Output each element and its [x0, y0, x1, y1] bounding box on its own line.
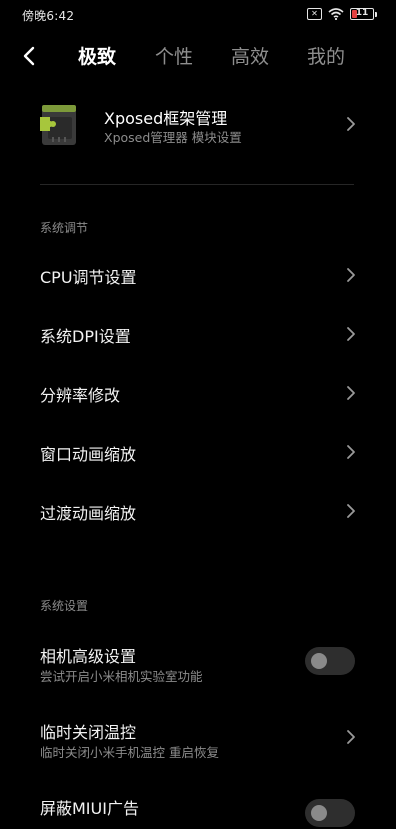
chevron-right-icon — [347, 730, 355, 744]
item-subtitle: 尝试开启小米相机实验室功能 — [40, 669, 203, 684]
status-time: 傍晚6:42 — [22, 9, 75, 23]
block-miui-ads-item[interactable]: 屏蔽MIUI广告 — [0, 785, 396, 829]
wifi-icon — [328, 8, 344, 20]
sim-off-icon: ✕ — [307, 8, 322, 20]
xposed-subtitle: Xposed管理器 模块设置 — [104, 130, 242, 145]
item-label: 相机高级设置 — [40, 647, 137, 666]
tab-gexing[interactable]: 个性 — [155, 42, 193, 69]
tab-wode[interactable]: 我的 — [307, 42, 345, 69]
top-navigation: 极致 个性 高效 我的 — [0, 36, 396, 76]
window-animation-item[interactable]: 窗口动画缩放 — [0, 427, 396, 477]
chevron-right-icon — [347, 504, 355, 518]
section-divider — [40, 184, 354, 185]
disable-thermal-item[interactable]: 临时关闭温控 临时关闭小米手机温控 重启恢复 — [0, 708, 396, 768]
tab-jizhi[interactable]: 极致 — [78, 42, 116, 69]
section-title-tuning: 系统调节 — [40, 221, 89, 235]
toggle-knob — [311, 805, 327, 821]
camera-advanced-item[interactable]: 相机高级设置 尝试开启小米相机实验室功能 — [0, 632, 396, 692]
chevron-right-icon — [347, 445, 355, 459]
item-label: 窗口动画缩放 — [40, 445, 137, 464]
xposed-puzzle-icon — [40, 105, 76, 145]
section-title-settings: 系统设置 — [40, 599, 89, 613]
resolution-item[interactable]: 分辨率修改 — [0, 368, 396, 418]
cpu-tuning-item[interactable]: CPU调节设置 — [0, 250, 396, 300]
chevron-right-icon — [347, 117, 355, 131]
item-label: 过渡动画缩放 — [40, 504, 137, 523]
xposed-title: Xposed框架管理 — [104, 109, 228, 128]
item-label: 系统DPI设置 — [40, 327, 131, 346]
status-icons: ✕ 11 — [307, 8, 377, 20]
chevron-right-icon — [347, 386, 355, 400]
item-label: 临时关闭温控 — [40, 723, 137, 742]
battery-icon: 11 — [350, 8, 377, 20]
back-arrow-icon[interactable] — [18, 43, 42, 69]
block-miui-ads-toggle[interactable] — [305, 799, 355, 827]
tab-gaoxiao[interactable]: 高效 — [231, 42, 269, 69]
status-bar: 傍晚6:42 ✕ 11 — [0, 0, 396, 30]
battery-level: 11 — [355, 8, 369, 18]
chevron-right-icon — [347, 268, 355, 282]
item-label: 屏蔽MIUI广告 — [40, 799, 139, 818]
item-subtitle: 临时关闭小米手机温控 重启恢复 — [40, 745, 219, 760]
dpi-setting-item[interactable]: 系统DPI设置 — [0, 309, 396, 359]
transition-animation-item[interactable]: 过渡动画缩放 — [0, 486, 396, 536]
chevron-right-icon — [347, 327, 355, 341]
item-label: 分辨率修改 — [40, 386, 121, 405]
toggle-knob — [311, 653, 327, 669]
xposed-manager-entry[interactable]: Xposed框架管理 Xposed管理器 模块设置 — [0, 92, 396, 154]
battery-tip — [375, 12, 377, 17]
camera-advanced-toggle[interactable] — [305, 647, 355, 675]
item-label: CPU调节设置 — [40, 268, 137, 287]
